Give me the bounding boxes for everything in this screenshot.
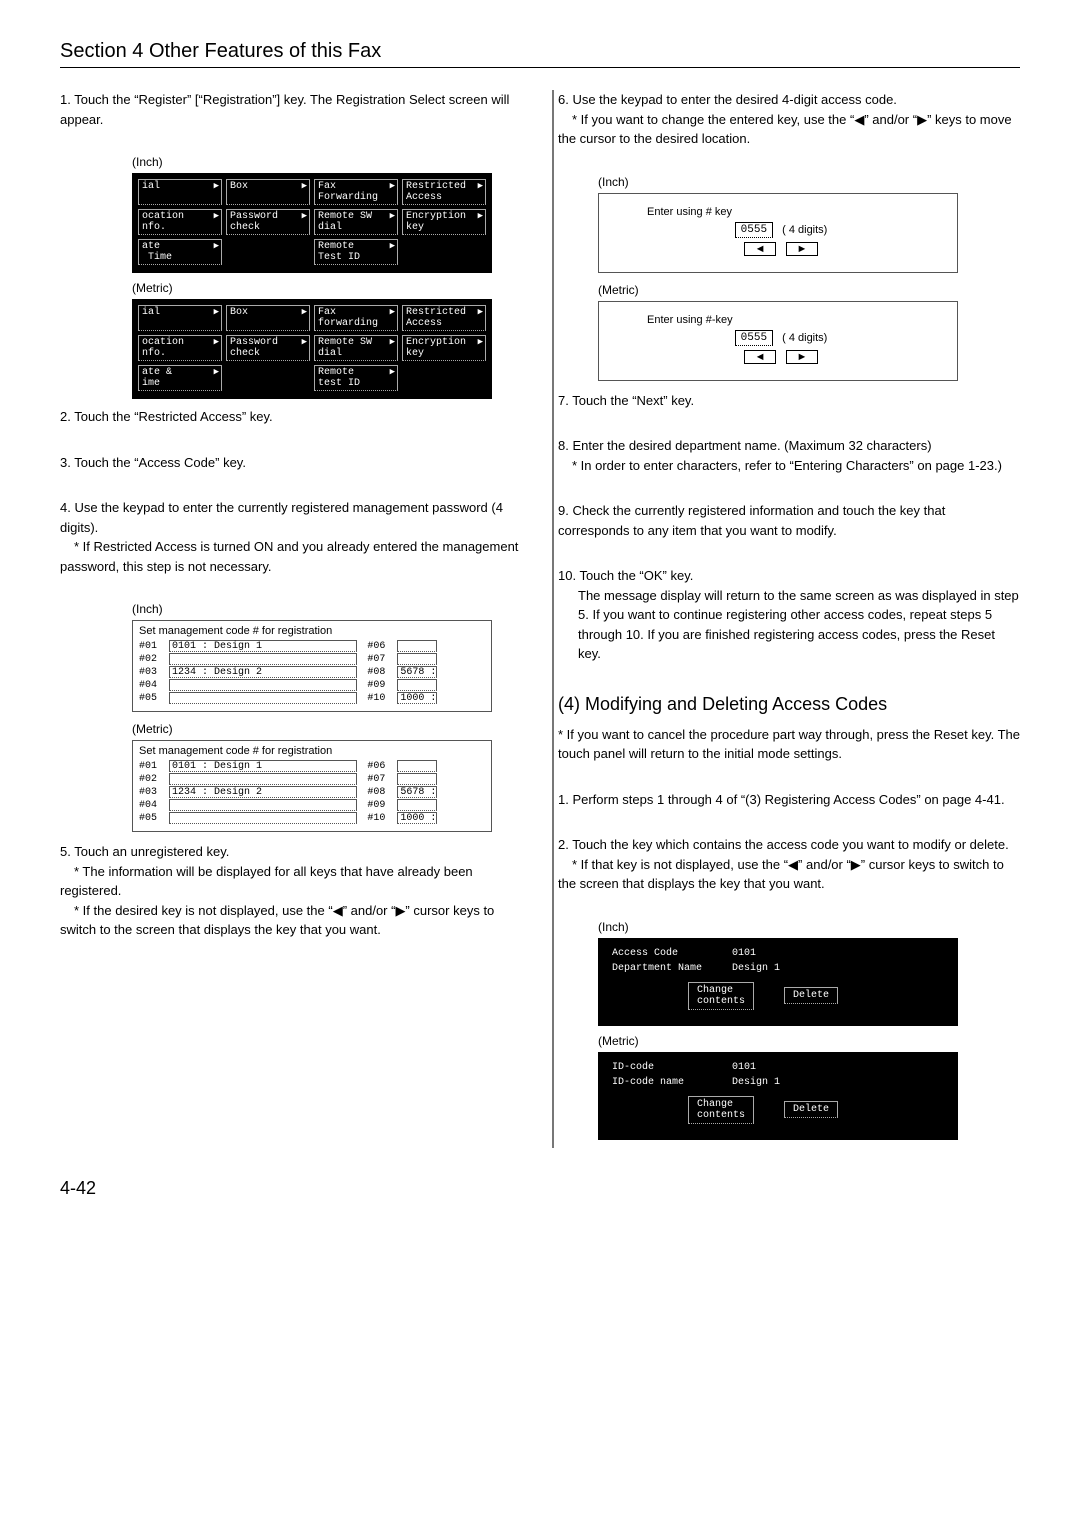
btn-fax-forwarding[interactable]: Fax Forwarding▶ — [314, 179, 398, 205]
digit-field[interactable]: 0555 — [735, 330, 773, 346]
page-number: 4-42 — [60, 1178, 1020, 1199]
detail-panel-inch: Access Code0101 Department NameDesign 1 … — [598, 938, 958, 1026]
step-3: 3. Touch the “Access Code” key. — [60, 453, 522, 473]
lcd-metric: ial▶ Box▶ Fax forwarding▶ Restricted Acc… — [132, 299, 492, 399]
code-03[interactable]: 1234 : Design 2 — [169, 666, 357, 678]
btn-fax-forwarding[interactable]: Fax forwarding▶ — [314, 305, 398, 331]
code-02[interactable] — [169, 653, 357, 665]
enter-box-inch: Enter using # key 0555 ( 4 digits) ◄ ► — [598, 193, 958, 273]
btn-encryption-key[interactable]: Encryption key▶ — [402, 209, 486, 235]
step-6: 6. Use the keypad to enter the desired 4… — [558, 90, 1020, 149]
lcd-inch: ial▶ Box▶ Fax Forwarding▶ Restricted Acc… — [132, 173, 492, 273]
btn-restricted-access[interactable]: Restricted Access▶ — [402, 179, 486, 205]
code-06[interactable] — [397, 640, 437, 652]
code-04[interactable] — [169, 679, 357, 691]
btn-location-info[interactable]: ocation nfo.▶ — [138, 209, 222, 235]
subsection-heading: (4) Modifying and Deleting Access Codes — [558, 694, 1020, 715]
btn-restricted-access[interactable]: Restricted Access▶ — [402, 305, 486, 331]
metric-label: (Metric) — [132, 281, 522, 295]
step-2: 2. Touch the “Restricted Access” key. — [60, 407, 522, 427]
btn-password-check[interactable]: Password check▶ — [226, 335, 310, 361]
inch-label: (Inch) — [132, 155, 522, 169]
step-4: 4. Use the keypad to enter the currently… — [60, 498, 522, 576]
delete-button[interactable]: Delete — [784, 987, 838, 1004]
mod-step-1: 1. Perform steps 1 through 4 of “(3) Reg… — [558, 790, 1020, 810]
digit-field[interactable]: 0555 — [735, 222, 773, 238]
step-9: 9. Check the currently registered inform… — [558, 501, 1020, 540]
cursor-left-button[interactable]: ◄ — [744, 350, 777, 364]
subsection-note: * If you want to cancel the procedure pa… — [558, 725, 1020, 764]
btn-box[interactable]: Box▶ — [226, 305, 310, 331]
cursor-right-button[interactable]: ► — [786, 350, 819, 364]
code-08[interactable]: 5678 : — [397, 666, 437, 678]
change-contents-button[interactable]: Change contents — [688, 982, 754, 1010]
btn-remote-sw-dial[interactable]: Remote SW dial▶ — [314, 335, 398, 361]
code-01[interactable]: 0101 : Design 1 — [169, 640, 357, 652]
btn-remote-test-id[interactable]: Remote test ID▶ — [314, 365, 398, 391]
code-05[interactable] — [169, 692, 357, 704]
inch-label-d: (Inch) — [598, 920, 1020, 934]
btn-date-time[interactable]: ate Time▶ — [138, 239, 222, 265]
code-09[interactable] — [397, 679, 437, 691]
step-5: 5. Touch an unregistered key. * The info… — [60, 842, 522, 940]
btn-date-time[interactable]: ate & ime▶ — [138, 365, 222, 391]
code-10[interactable]: 1000 : — [397, 692, 437, 704]
btn-dial[interactable]: ial▶ — [138, 305, 222, 331]
delete-button[interactable]: Delete — [784, 1101, 838, 1118]
metric-label-r: (Metric) — [598, 283, 1020, 297]
inch-label-2: (Inch) — [132, 602, 522, 616]
btn-password-check[interactable]: Password check▶ — [226, 209, 310, 235]
btn-location-info[interactable]: ocation nfo.▶ — [138, 335, 222, 361]
btn-box[interactable]: Box▶ — [226, 179, 310, 205]
btn-remote-sw-dial[interactable]: Remote SW dial▶ — [314, 209, 398, 235]
metric-label-d: (Metric) — [598, 1034, 1020, 1048]
step-8: 8. Enter the desired department name. (M… — [558, 436, 1020, 475]
detail-panel-metric: ID-code0101 ID-code nameDesign 1 Change … — [598, 1052, 958, 1140]
btn-dial[interactable]: ial▶ — [138, 179, 222, 205]
code-07[interactable] — [397, 653, 437, 665]
step-10: 10. Touch the “OK” key. The message disp… — [558, 566, 1020, 664]
cursor-right-button[interactable]: ► — [786, 242, 819, 256]
step-1: 1. Touch the “Register” [“Registration”]… — [60, 90, 522, 129]
cursor-left-button[interactable]: ◄ — [744, 242, 777, 256]
codes-panel-metric: Set management code # for registration #… — [132, 740, 492, 832]
btn-encryption-key[interactable]: Encryption key▶ — [402, 335, 486, 361]
metric-label-2: (Metric) — [132, 722, 522, 736]
codes-panel-inch: Set management code # for registration #… — [132, 620, 492, 712]
btn-remote-test-id[interactable]: Remote Test ID▶ — [314, 239, 398, 265]
inch-label-r: (Inch) — [598, 175, 1020, 189]
change-contents-button[interactable]: Change contents — [688, 1096, 754, 1124]
section-title: Section 4 Other Features of this Fax — [60, 40, 1020, 68]
enter-box-metric: Enter using #-key 0555 ( 4 digits) ◄ ► — [598, 301, 958, 381]
mod-step-2: 2. Touch the key which contains the acce… — [558, 835, 1020, 894]
step-7: 7. Touch the “Next” key. — [558, 391, 1020, 411]
